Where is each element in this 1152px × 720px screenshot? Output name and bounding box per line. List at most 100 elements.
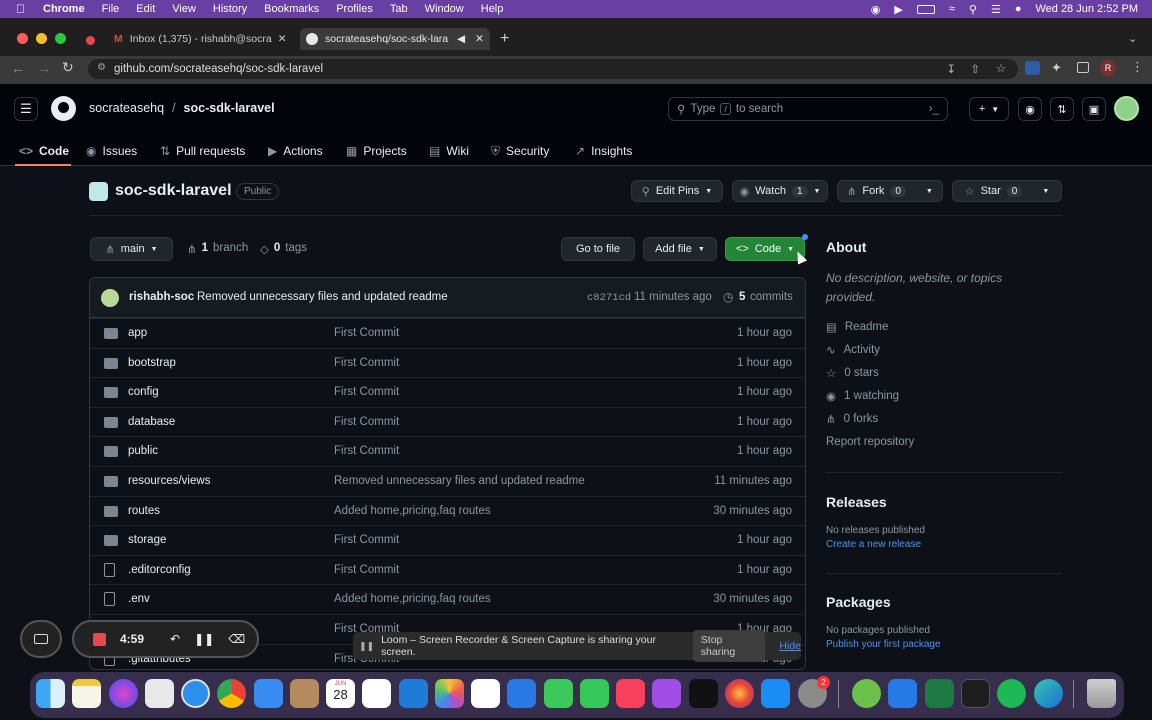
menu-window[interactable]: Window xyxy=(425,3,464,15)
trash-icon[interactable]: ⌫ xyxy=(228,632,245,646)
chrome-menu-icon[interactable]: ⋮ xyxy=(1131,59,1144,75)
finder-icon[interactable] xyxy=(36,679,65,708)
tab-wiki[interactable]: ▤ Wiki xyxy=(429,140,469,162)
forward-button[interactable]: → xyxy=(37,60,51,76)
play-icon[interactable]: ▶ xyxy=(894,3,902,16)
forks-link[interactable]: ⋔ 0 forks xyxy=(826,412,878,426)
mute-icon[interactable]: ◀ xyxy=(457,33,465,45)
releases-heading[interactable]: Releases xyxy=(826,494,887,510)
publish-package-link[interactable]: Publish your first package xyxy=(826,639,941,650)
create-release-link[interactable]: Create a new release xyxy=(826,539,921,550)
close-tab-icon[interactable]: ✕ xyxy=(475,33,484,45)
file-commit-message[interactable]: First Commit xyxy=(334,445,399,457)
messages-icon[interactable] xyxy=(544,679,573,708)
issues-button[interactable]: ◉ xyxy=(1018,97,1042,121)
tab-projects[interactable]: ▦ Projects xyxy=(346,140,407,162)
breadcrumb-repo[interactable]: soc-sdk-laravel xyxy=(184,101,275,115)
report-repository-link[interactable]: Report repository xyxy=(826,436,914,448)
file-row[interactable]: bootstrap First Commit 1 hour ago xyxy=(90,347,805,378)
menu-tab[interactable]: Tab xyxy=(390,3,408,15)
readme-link[interactable]: ▤ Readme xyxy=(826,320,888,334)
activity-link[interactable]: ∿ Activity xyxy=(826,343,880,357)
tab-pull-requests[interactable]: ⇅ Pull requests xyxy=(160,140,245,162)
file-row[interactable]: .env Added home,pricing,faq routes 30 minu… xyxy=(90,584,805,614)
minimize-window-button[interactable] xyxy=(36,33,47,44)
site-info-icon[interactable]: ⚙ xyxy=(97,62,106,73)
file-commit-message[interactable]: First Commit xyxy=(334,564,399,576)
calendar-icon[interactable]: JUN 28 xyxy=(326,679,355,708)
music-icon[interactable] xyxy=(616,679,645,708)
commit-count[interactable]: 5 xyxy=(739,291,745,303)
url-bar[interactable]: ⚙ github.com/socrateasehq/soc-sdk-larave… xyxy=(88,59,1018,79)
tab-github[interactable]: socrateasehq/soc-sdk-lara ◀ ✕ xyxy=(300,28,490,50)
extensions-puzzle-icon[interactable]: ✦ xyxy=(1051,60,1062,76)
chrome-icon[interactable] xyxy=(217,679,246,708)
battery-icon[interactable] xyxy=(916,4,935,14)
file-commit-message[interactable]: Added home,pricing,faq routes xyxy=(334,505,491,517)
file-name[interactable]: routes xyxy=(128,505,160,517)
edge-icon[interactable] xyxy=(1034,679,1063,708)
search-input[interactable]: ⚲ Type / to search ›_ xyxy=(668,97,948,121)
app-store-connect-icon[interactable] xyxy=(507,679,536,708)
tab-actions[interactable]: ▶ Actions xyxy=(268,140,323,162)
inbox-button[interactable]: ▣ xyxy=(1082,97,1106,121)
menu-edit[interactable]: Edit xyxy=(136,3,155,15)
siri-icon[interactable] xyxy=(109,679,138,708)
tab-security[interactable]: ⛨ Security xyxy=(491,140,549,162)
file-name[interactable]: resources/views xyxy=(128,475,210,487)
slack-icon[interactable] xyxy=(362,679,391,708)
firefox-icon[interactable] xyxy=(725,679,754,708)
user-avatar[interactable] xyxy=(1114,96,1139,121)
pull-requests-button[interactable]: ⇅ xyxy=(1050,97,1074,121)
add-file-button[interactable]: Add file ▼ xyxy=(643,237,717,261)
trash-icon[interactable] xyxy=(1087,679,1116,708)
contacts-icon[interactable] xyxy=(290,679,319,708)
file-row[interactable]: .editorconfig First Commit 1 hour ago xyxy=(90,554,805,585)
back-button[interactable]: ← xyxy=(11,60,25,76)
file-name[interactable]: public xyxy=(128,445,158,457)
file-row[interactable]: routes Added home,pricing,faq routes 30 mi… xyxy=(90,495,805,526)
file-name[interactable]: app xyxy=(128,327,147,339)
vpn-icon[interactable]: ◉ xyxy=(871,3,881,16)
extension-icon[interactable] xyxy=(1025,61,1040,75)
tab-gmail[interactable]: M Inbox (1,375) - rishabh@socrat ✕ xyxy=(108,28,298,50)
menu-history[interactable]: History xyxy=(213,3,247,15)
file-row[interactable]: storage First Commit 1 hour ago xyxy=(90,525,805,555)
app-store-icon[interactable] xyxy=(761,679,790,708)
podcasts-icon[interactable] xyxy=(652,679,681,708)
branches-link[interactable]: ⋔ 1 branch xyxy=(187,242,248,256)
utorrent-icon[interactable] xyxy=(852,679,881,708)
file-name[interactable]: database xyxy=(128,416,175,428)
new-tab-button[interactable]: + xyxy=(500,30,509,48)
watch-button[interactable]: ◉ Watch 1 ▼ xyxy=(732,180,828,202)
file-commit-message[interactable]: Added home,pricing,faq routes xyxy=(334,593,491,605)
close-tab-icon[interactable]: ✕ xyxy=(278,33,287,45)
pause-icon[interactable]: ❚❚ xyxy=(194,632,214,646)
vscode-icon[interactable] xyxy=(399,679,428,708)
tab-issues[interactable]: ◉ Issues xyxy=(86,140,137,162)
launchpad-icon[interactable] xyxy=(145,679,174,708)
github-logo-icon[interactable] xyxy=(51,96,76,121)
stop-sharing-button[interactable]: Stop sharing xyxy=(692,630,766,662)
share-icon[interactable]: ⇧ xyxy=(970,62,980,76)
commit-sha[interactable]: c8271cd xyxy=(587,292,631,304)
author-avatar[interactable] xyxy=(101,289,119,307)
apple-icon[interactable]:  xyxy=(16,2,25,16)
menu-file[interactable]: File xyxy=(102,3,120,15)
close-window-button[interactable] xyxy=(17,33,28,44)
code-button[interactable]: <> Code ▼ xyxy=(725,237,805,261)
go-to-file-button[interactable]: Go to file xyxy=(561,237,635,261)
star-button[interactable]: ☆ Star 0 ▼ xyxy=(952,180,1062,202)
hamburger-button[interactable]: ☰ xyxy=(14,97,38,121)
file-name[interactable]: .env xyxy=(128,593,150,605)
menu-view[interactable]: View xyxy=(172,3,196,15)
tab-insights[interactable]: ↗ Insights xyxy=(575,140,632,162)
watching-link[interactable]: ◉ 1 watching xyxy=(826,389,899,403)
photos-icon[interactable] xyxy=(435,679,464,708)
file-commit-message[interactable]: First Commit xyxy=(334,416,399,428)
safari-icon[interactable] xyxy=(181,679,210,708)
maximize-window-button[interactable] xyxy=(55,33,66,44)
commit-author[interactable]: rishabh-soc xyxy=(129,291,194,303)
system-settings-icon[interactable]: 2 xyxy=(798,676,830,708)
file-name[interactable]: storage xyxy=(128,534,166,546)
